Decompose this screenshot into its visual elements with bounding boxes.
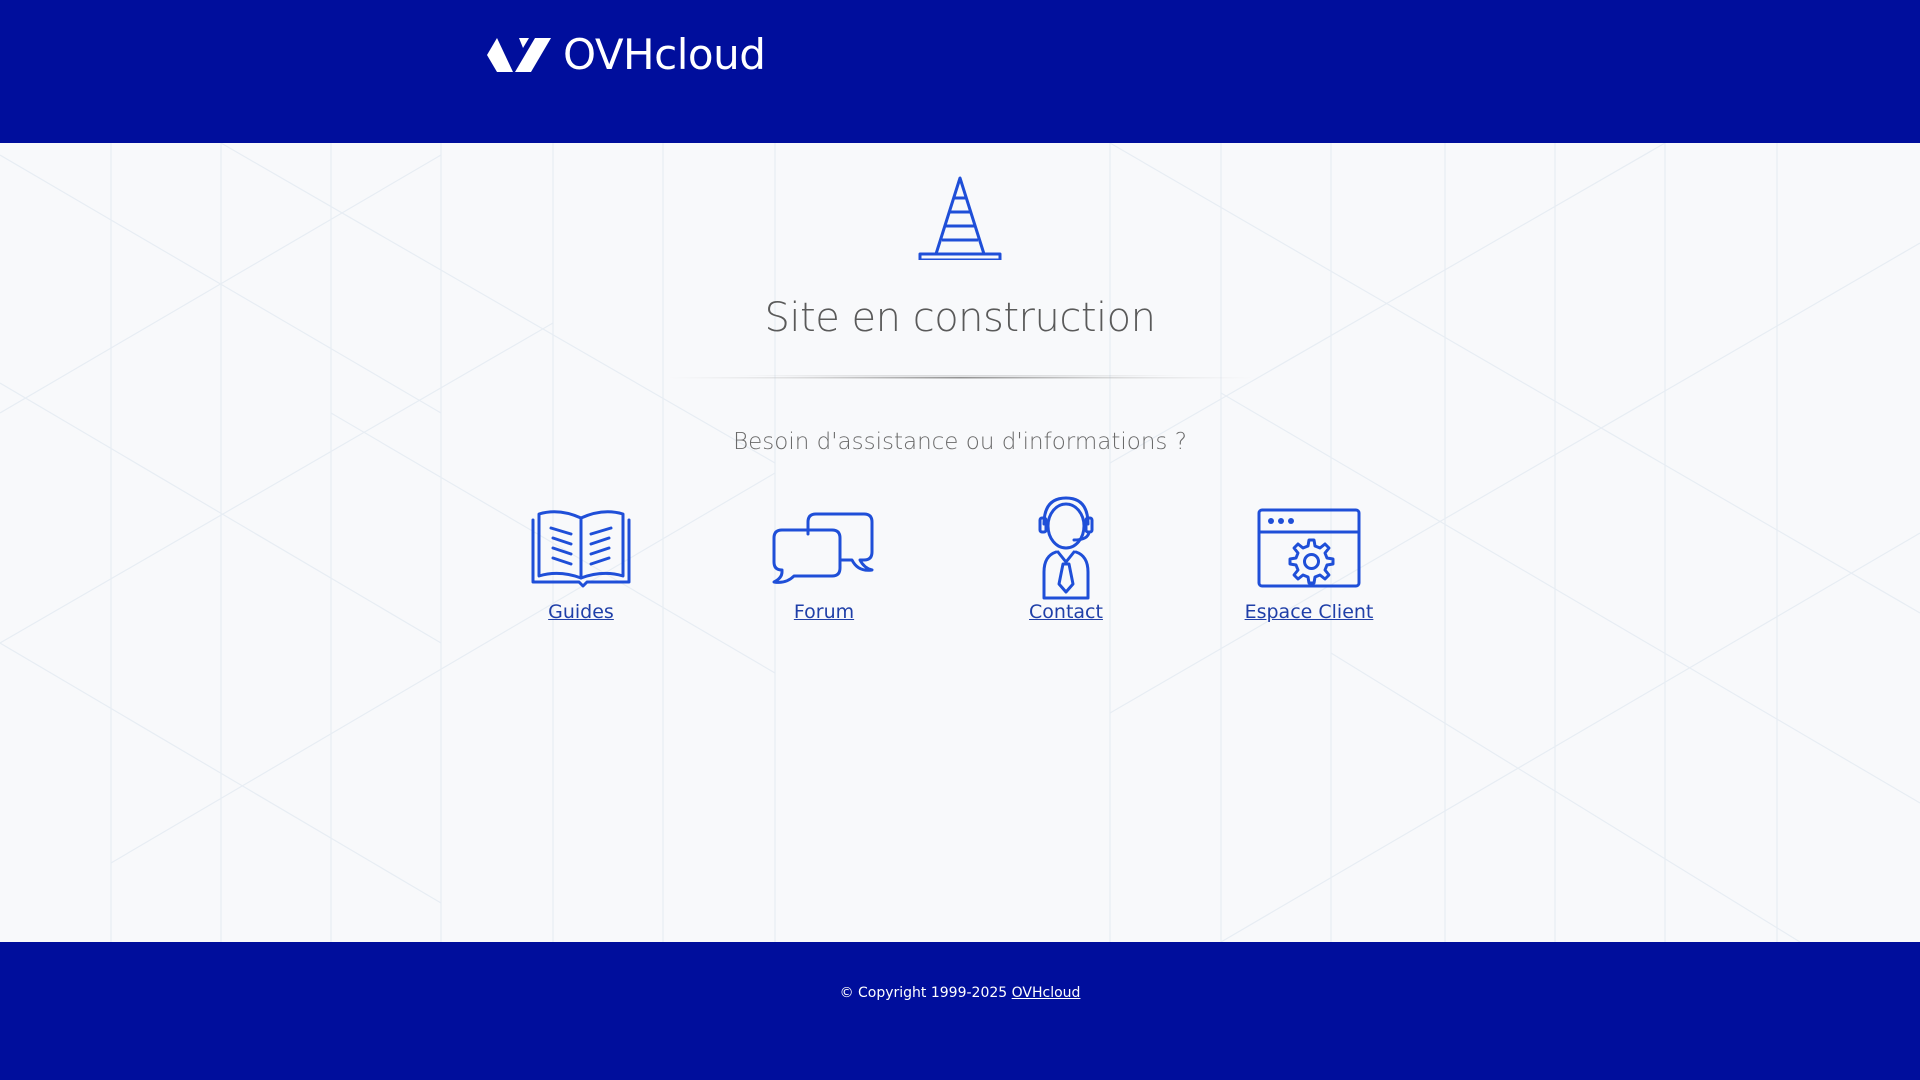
support-agent-icon [1038, 496, 1094, 600]
guides-label: Guides [548, 601, 614, 623]
help-links: Guides Forum Contact Espace Client [0, 495, 1920, 635]
contact-link[interactable]: Contact [966, 495, 1166, 623]
ovhcloud-logo[interactable]: OVHcloud [485, 30, 766, 79]
page-footer: © Copyright 1999-2025 OVHcloud [0, 942, 1920, 1080]
brand-name: OVHcloud [563, 30, 766, 79]
forum-label: Forum [793, 601, 855, 623]
page-header: OVHcloud [0, 0, 1920, 143]
chat-bubbles-icon [772, 512, 874, 584]
traffic-cone-icon [918, 176, 1002, 265]
footer-ovhcloud-link[interactable]: OVHcloud [1012, 985, 1081, 1001]
contact-label: Contact [1029, 601, 1103, 623]
browser-settings-icon [1257, 508, 1361, 588]
footer-copyright: © Copyright 1999-2025 OVHcloud [0, 985, 1920, 1001]
main-content: Site en construction Besoin d'assistance… [0, 143, 1920, 942]
copyright-text: © Copyright 1999-2025 [839, 985, 1008, 1001]
divider [668, 375, 1254, 389]
page-title: Site en construction [764, 295, 1156, 341]
guides-link[interactable]: Guides [481, 495, 681, 623]
forum-link[interactable]: Forum [724, 495, 924, 623]
assistance-subtitle: Besoin d'assistance ou d'informations ? [733, 429, 1187, 455]
espace-client-link[interactable]: Espace Client [1209, 495, 1409, 623]
ovhcloud-logo-icon [487, 38, 551, 72]
espace-client-label: Espace Client [1244, 601, 1374, 623]
open-book-icon [531, 510, 631, 588]
